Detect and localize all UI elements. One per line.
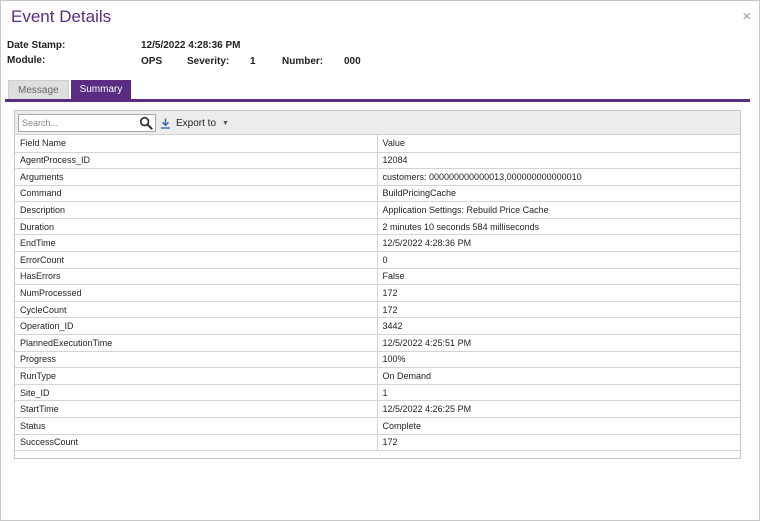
date-stamp-label: Date Stamp:	[7, 40, 66, 51]
search-icon[interactable]	[139, 116, 153, 130]
chevron-down-icon: ▼	[222, 119, 229, 127]
table-row[interactable]: Arguments customers: 000000000000013,0000…	[15, 168, 740, 186]
value-cell: 100%	[376, 350, 740, 369]
field-name-cell: Duration	[15, 217, 378, 236]
field-name-cell: AgentProcess_ID	[15, 151, 378, 170]
column-header-field-name[interactable]: Field Name	[15, 135, 378, 153]
table-row[interactable]: Status Complete	[15, 417, 740, 435]
summary-panel: Export to ▼ Field Name Value AgentProces…	[14, 110, 741, 459]
value-cell: 12/5/2022 4:28:36 PM	[376, 234, 740, 253]
table-row[interactable]: Duration 2 minutes 10 seconds 584 millise…	[15, 217, 740, 236]
summary-table: Field Name Value AgentProcess_ID 12084 Arg…	[15, 135, 740, 452]
table-row[interactable]: RunType On Demand	[15, 367, 740, 385]
table-row[interactable]: Command BuildPricingCache	[15, 184, 740, 203]
field-name-cell: Progress	[15, 350, 378, 369]
table-row[interactable]: SuccessCount 172	[15, 433, 740, 452]
field-name-cell: CycleCount	[15, 300, 378, 319]
tab-bar: Message Summary	[8, 80, 133, 99]
field-name-cell: ErrorCount	[15, 251, 378, 269]
table-row[interactable]: ErrorCount 0	[15, 251, 740, 269]
field-name-cell: SuccessCount	[15, 433, 378, 452]
field-name-cell: PlannedExecutionTime	[15, 334, 378, 352]
table-row[interactable]: Description Application Settings: Rebuild…	[15, 201, 740, 219]
value-cell: BuildPricingCache	[376, 184, 740, 203]
close-icon[interactable]: ×	[742, 9, 751, 24]
table-row[interactable]: StartTime 12/5/2022 4:26:25 PM	[15, 400, 740, 418]
module-value: OPS	[141, 56, 163, 67]
field-name-cell: RunType	[15, 367, 378, 385]
field-name-cell: Site_ID	[15, 383, 378, 402]
export-to-label: Export to	[176, 117, 217, 129]
severity-value: 1	[250, 56, 256, 67]
event-details-dialog: Event Details × Date Stamp: 12/5/2022 4:…	[0, 0, 760, 521]
number-label: Number:	[282, 56, 324, 67]
table-row[interactable]: AgentProcess_ID 12084	[15, 151, 740, 170]
value-cell: 12/5/2022 4:26:25 PM	[376, 400, 740, 418]
table-row[interactable]: EndTime 12/5/2022 4:28:36 PM	[15, 234, 740, 253]
tab-message[interactable]: Message	[8, 80, 69, 99]
table-row[interactable]: Site_ID 1	[15, 383, 740, 402]
column-header-value[interactable]: Value	[376, 135, 740, 153]
value-cell: Complete	[376, 417, 740, 435]
table-row[interactable]: Operation_ID 3442	[15, 317, 740, 336]
tab-underline	[5, 99, 750, 102]
value-cell: 12084	[376, 151, 740, 170]
table-row[interactable]: CycleCount 172	[15, 300, 740, 319]
search-input[interactable]	[19, 115, 135, 131]
field-name-cell: Command	[15, 184, 378, 203]
value-cell: 172	[376, 433, 740, 452]
field-name-cell: EndTime	[15, 234, 378, 253]
value-cell: On Demand	[376, 367, 740, 385]
module-label: Module:	[7, 55, 46, 66]
download-icon	[161, 118, 170, 129]
field-name-cell: NumProcessed	[15, 284, 378, 302]
severity-label: Severity:	[187, 56, 230, 67]
export-to-button[interactable]: Export to ▼	[160, 116, 229, 130]
value-cell: customers: 000000000000013,0000000000000…	[376, 168, 740, 186]
table-row[interactable]: NumProcessed 172	[15, 284, 740, 302]
field-name-cell: Status	[15, 417, 378, 435]
tab-summary[interactable]: Summary	[70, 80, 132, 99]
value-cell: 172	[376, 284, 740, 302]
dialog-title: Event Details	[11, 7, 112, 26]
value-cell: 3442	[376, 317, 740, 336]
field-name-cell: Operation_ID	[15, 317, 378, 336]
table-header-row: Field Name Value	[15, 135, 740, 153]
field-name-cell: HasErrors	[15, 267, 378, 286]
search-box	[18, 114, 156, 132]
field-name-cell: Arguments	[15, 168, 378, 186]
value-cell: 2 minutes 10 seconds 584 milliseconds	[376, 217, 740, 236]
table-row[interactable]: PlannedExecutionTime 12/5/2022 4:25:51 PM	[15, 334, 740, 352]
field-name-cell: Description	[15, 201, 378, 219]
table-row[interactable]: Progress 100%	[15, 350, 740, 369]
value-cell: Application Settings: Rebuild Price Cach…	[376, 201, 740, 219]
field-name-cell: StartTime	[15, 400, 378, 418]
value-cell: 0	[376, 251, 740, 269]
date-stamp-value: 12/5/2022 4:28:36 PM	[141, 40, 241, 51]
table-row[interactable]: HasErrors False	[15, 267, 740, 286]
number-value: 000	[344, 56, 361, 67]
value-cell: 172	[376, 300, 740, 319]
value-cell: 1	[376, 383, 740, 402]
grid-toolbar: Export to ▼	[15, 111, 740, 135]
value-cell: False	[376, 267, 740, 286]
value-cell: 12/5/2022 4:25:51 PM	[376, 334, 740, 352]
